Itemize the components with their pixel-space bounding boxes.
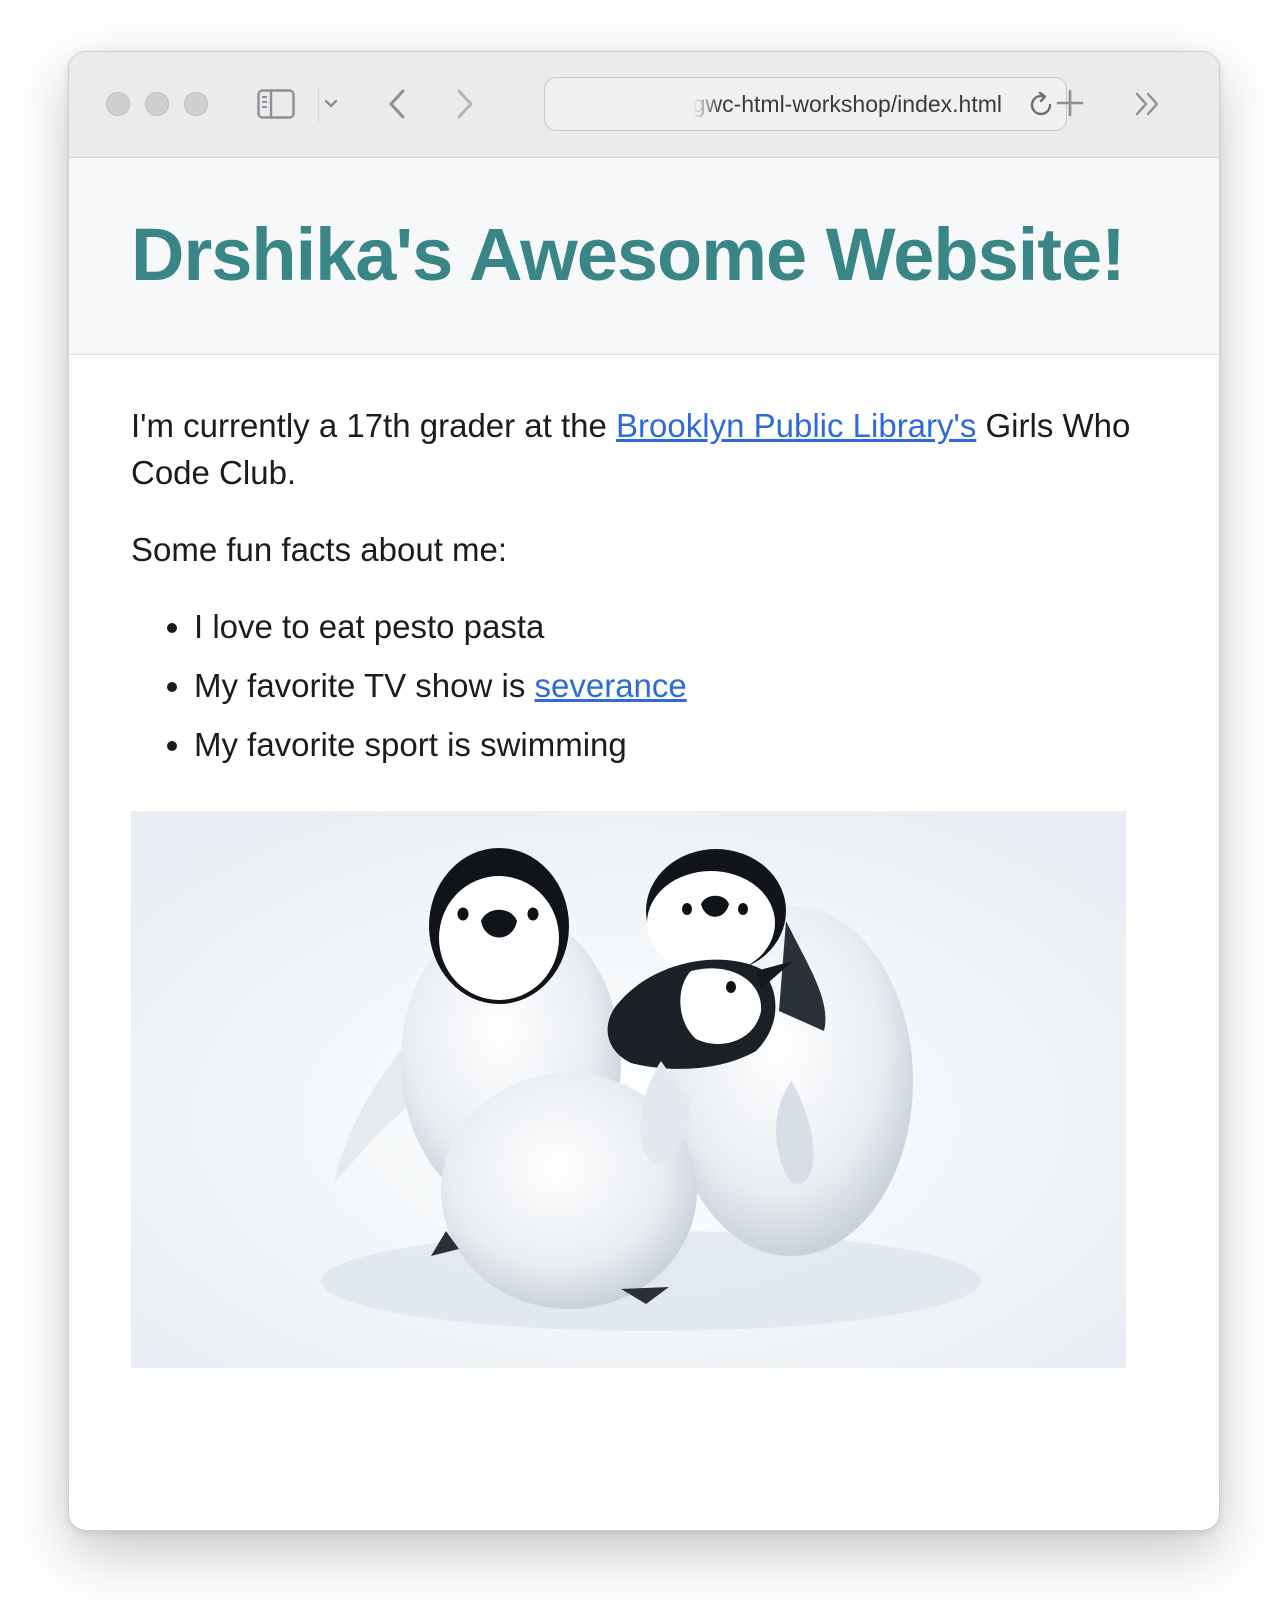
plus-icon[interactable] <box>1053 86 1087 120</box>
browser-window: gwc-html-workshop/index.html Drshika's A… <box>68 51 1220 1531</box>
facts-heading: Some fun facts about me: <box>131 531 508 568</box>
list-item-text: My favorite sport is swimming <box>194 726 627 763</box>
site-header: Drshika's Awesome Website! <box>69 158 1219 355</box>
zoom-window-button[interactable] <box>184 92 208 116</box>
list-item: My favorite sport is swimming <box>194 721 1131 768</box>
severance-link[interactable]: severance <box>535 667 687 704</box>
list-item: My favorite TV show is severance <box>194 662 1131 709</box>
sidebar-toggle-icon[interactable] <box>256 87 296 121</box>
close-window-button[interactable] <box>106 92 130 116</box>
fun-facts-list: I love to eat pesto pasta My favorite TV… <box>131 603 1131 768</box>
minimize-window-button[interactable] <box>145 92 169 116</box>
library-link[interactable]: Brooklyn Public Library's <box>616 407 976 444</box>
forward-arrow-icon[interactable] <box>451 85 479 123</box>
page-content: I'm currently a 17th grader at the Brook… <box>131 402 1131 780</box>
penguins-photo <box>131 811 1126 1368</box>
page-title: Drshika's Awesome Website! <box>131 213 1126 296</box>
url-text: gwc-html-workshop/index.html <box>692 91 1002 117</box>
list-item-text: I love to eat pesto pasta <box>194 608 545 645</box>
double-chevron-right-icon[interactable] <box>1131 88 1165 120</box>
chevron-down-icon[interactable] <box>321 92 341 116</box>
list-item-text: My favorite TV show is <box>194 667 535 704</box>
intro-paragraph: I'm currently a 17th grader at the Brook… <box>131 402 1131 496</box>
reload-icon[interactable] <box>1026 90 1056 120</box>
list-item: I love to eat pesto pasta <box>194 603 1131 650</box>
back-arrow-icon[interactable] <box>383 85 411 123</box>
browser-toolbar: gwc-html-workshop/index.html <box>69 52 1219 158</box>
address-bar[interactable]: gwc-html-workshop/index.html <box>544 77 1067 131</box>
intro-text-before: I'm currently a 17th grader at the <box>131 407 617 444</box>
toolbar-divider <box>318 88 319 122</box>
